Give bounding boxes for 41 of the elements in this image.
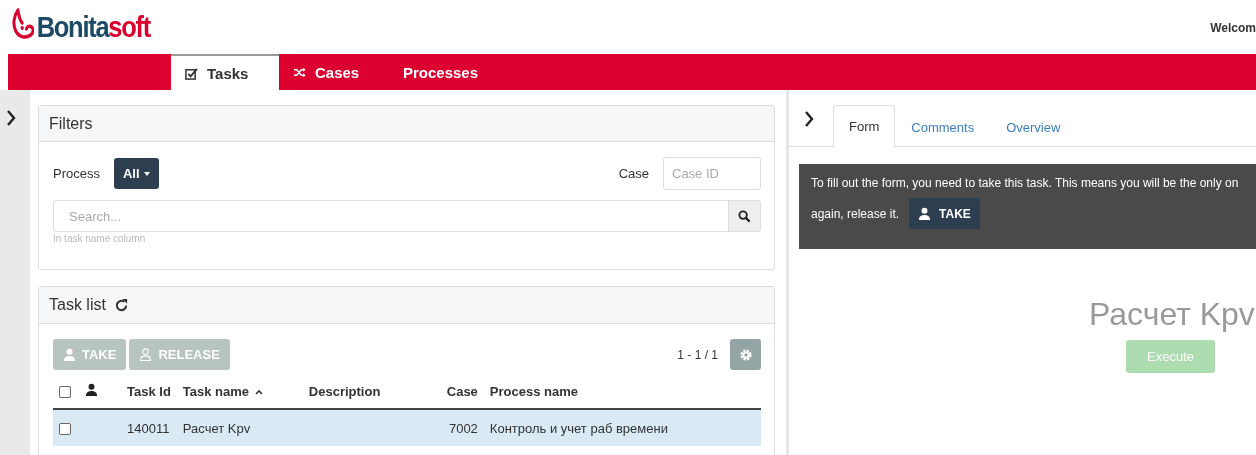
process-dropdown[interactable]: All [113, 158, 159, 189]
panel-title: Filters [39, 106, 774, 142]
notice-text: To fill out the form, you need to take this task. This means you will be the only on [811, 176, 1240, 190]
pagination-text: 1 - 1 / 1 [677, 347, 718, 362]
checkbox-icon [185, 66, 198, 80]
notice-text: again, release it. [811, 206, 900, 221]
case-id-field[interactable]: Case ID [663, 157, 761, 190]
panel-title: Task list [49, 296, 106, 314]
table-cell: 7002 [448, 420, 478, 436]
tab[interactable]: Overview [990, 106, 1077, 147]
field-label: Case [618, 166, 649, 181]
nav-tab[interactable]: Tasks [171, 54, 279, 90]
table-row[interactable]: 140011 Расчет Kpv 7002 Контроль и учет раб времени [53, 409, 761, 446]
chevron-right-icon[interactable] [804, 111, 814, 127]
user-icon [139, 348, 153, 361]
shuffle-icon [293, 66, 306, 78]
field-label: Process [53, 166, 100, 181]
gear-icon [738, 347, 753, 362]
welcome-text: Welcom [1210, 20, 1256, 35]
nav-tab[interactable]: Cases [279, 54, 389, 90]
table-cell: Контроль и учет раб времени [489, 420, 668, 436]
table-cell: Расчет Kpv [182, 420, 251, 436]
checkbox[interactable] [59, 423, 71, 436]
tab[interactable]: Comments [895, 106, 991, 147]
take-button[interactable]: TAKE [909, 198, 980, 229]
search-button[interactable] [729, 200, 761, 232]
settings-button[interactable] [730, 339, 761, 370]
user-icon [63, 348, 76, 361]
chevron-right-icon[interactable] [6, 110, 16, 126]
refresh-icon[interactable] [113, 297, 129, 313]
table-cell: 140011 [127, 420, 170, 436]
tab[interactable]: Form [833, 105, 896, 147]
user-icon [85, 383, 98, 396]
user-icon [918, 207, 932, 220]
nav-tab[interactable]: Processes [389, 54, 501, 90]
search-icon [738, 209, 751, 223]
checkbox[interactable] [59, 386, 71, 399]
form-title: Расчет Kpv [1089, 296, 1256, 333]
search-field[interactable]: Search... [53, 200, 729, 232]
search-hint: In task name column [53, 233, 147, 244]
logo: Bonitasoft [12, 7, 150, 47]
